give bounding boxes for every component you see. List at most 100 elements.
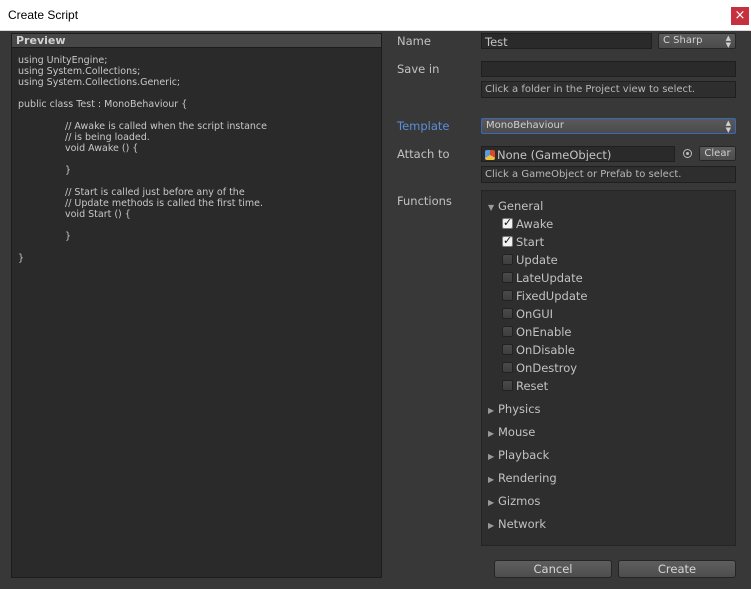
- group-playback[interactable]: ▶ Playback: [488, 448, 549, 462]
- function-item-label: LateUpdate: [516, 271, 583, 285]
- function-item-label: Start: [516, 235, 545, 249]
- attach-to-field[interactable]: None (GameObject): [481, 146, 675, 162]
- code-line: }: [65, 165, 72, 176]
- function-item-onenable[interactable]: OnEnable: [502, 325, 572, 339]
- dropdown-arrows-icon: ▲ ▼: [725, 34, 731, 49]
- name-field[interactable]: Test: [481, 33, 652, 49]
- language-dropdown[interactable]: C Sharp ▲ ▼: [658, 33, 736, 49]
- group-label: Network: [498, 517, 547, 531]
- collapsed-triangle-icon: ▶: [488, 406, 495, 415]
- checkbox[interactable]: [502, 254, 513, 265]
- collapsed-triangle-icon: ▶: [488, 475, 495, 484]
- code-line: // Update methods is called the first ti…: [65, 198, 264, 209]
- checkbox[interactable]: [502, 344, 513, 355]
- function-item-fixedupdate[interactable]: FixedUpdate: [502, 289, 587, 303]
- group-label: Rendering: [498, 471, 557, 485]
- object-picker-icon[interactable]: [683, 149, 692, 158]
- function-item-ondisable[interactable]: OnDisable: [502, 343, 575, 357]
- collapsed-triangle-icon: ▶: [488, 429, 495, 438]
- group-label: Playback: [498, 448, 550, 462]
- window-title: Create Script: [8, 8, 79, 22]
- group-label: Mouse: [498, 425, 536, 439]
- attach-to-label: Attach to: [397, 147, 450, 161]
- checkbox[interactable]: [502, 234, 513, 247]
- code-line: void Start () {: [65, 209, 131, 220]
- save-in-label: Save in: [397, 62, 440, 76]
- checkbox[interactable]: [502, 290, 513, 301]
- clear-button[interactable]: Clear: [699, 146, 736, 161]
- cancel-button[interactable]: Cancel: [494, 560, 612, 578]
- group-physics[interactable]: ▶ Physics: [488, 402, 541, 416]
- template-label: Template: [397, 119, 450, 133]
- checkbox[interactable]: [502, 216, 513, 229]
- function-item-ongui[interactable]: OnGUI: [502, 307, 553, 321]
- checkbox[interactable]: [502, 362, 513, 373]
- code-line: }: [65, 231, 72, 242]
- function-item-reset[interactable]: Reset: [502, 379, 548, 393]
- code-line: using System.Collections;: [18, 66, 141, 77]
- function-item-label: Reset: [516, 379, 549, 393]
- code-line: void Awake () {: [65, 143, 139, 154]
- code-line: using UnityEngine;: [18, 55, 108, 66]
- close-button[interactable]: ×: [731, 7, 749, 25]
- group-rendering[interactable]: ▶ Rendering: [488, 471, 557, 485]
- function-item-update[interactable]: Update: [502, 253, 558, 267]
- function-item-awake[interactable]: Awake: [502, 216, 554, 231]
- gameobject-icon: [485, 150, 495, 160]
- function-item-lateupdate[interactable]: LateUpdate: [502, 271, 583, 285]
- preview-header: Preview: [12, 34, 381, 48]
- function-item-label: OnGUI: [516, 307, 554, 321]
- function-item-label: OnDestroy: [516, 361, 578, 375]
- checkbox[interactable]: [502, 272, 513, 283]
- function-item-label: OnEnable: [516, 325, 572, 339]
- group-mouse[interactable]: ▶ Mouse: [488, 425, 535, 439]
- function-item-label: FixedUpdate: [516, 289, 588, 303]
- collapsed-triangle-icon: ▶: [488, 498, 495, 507]
- code-line: // Start is called just before any of th…: [65, 187, 245, 198]
- title-bar: Create Script ×: [0, 0, 751, 31]
- code-line: public class Test : MonoBehaviour {: [18, 99, 188, 110]
- collapsed-triangle-icon: ▶: [488, 452, 495, 461]
- code-preview: using UnityEngine; using System.Collectio…: [18, 55, 267, 264]
- group-label: Physics: [498, 402, 541, 416]
- dialog-body: Preview using UnityEngine; using System.C…: [0, 31, 751, 589]
- checkbox[interactable]: [502, 326, 513, 337]
- functions-label: Functions: [397, 194, 452, 208]
- function-item-ondestroy[interactable]: OnDestroy: [502, 361, 577, 375]
- create-button[interactable]: Create: [618, 560, 736, 578]
- code-line: using System.Collections.Generic;: [18, 77, 181, 88]
- group-general-label: General: [498, 199, 544, 213]
- code-line: // is being loaded.: [65, 132, 150, 143]
- group-gizmos[interactable]: ▶ Gizmos: [488, 494, 540, 508]
- code-line: }: [18, 253, 25, 264]
- attach-to-hint: Click a GameObject or Prefab to select.: [481, 166, 736, 183]
- function-item-start[interactable]: Start: [502, 234, 545, 249]
- preview-panel: Preview using UnityEngine; using System.C…: [11, 33, 382, 578]
- save-in-hint: Click a folder in the Project view to se…: [481, 81, 736, 98]
- group-general[interactable]: ▼ General: [488, 199, 543, 213]
- attach-to-value: None (GameObject): [497, 148, 612, 162]
- group-label: Gizmos: [498, 494, 541, 508]
- function-item-label: OnDisable: [516, 343, 575, 357]
- template-dropdown[interactable]: MonoBehaviour ▲ ▼: [481, 118, 736, 134]
- group-network[interactable]: ▶ Network: [488, 517, 546, 531]
- template-value: MonoBehaviour: [486, 120, 564, 131]
- dropdown-arrows-icon: ▲ ▼: [725, 119, 731, 134]
- language-value: C Sharp: [663, 35, 703, 46]
- functions-tree: ▼General Awake Start Update LateUpdate Fixed…: [481, 190, 736, 546]
- checkbox[interactable]: [502, 308, 513, 319]
- expanded-triangle-icon: ▼: [488, 203, 495, 212]
- collapsed-triangle-icon: ▶: [488, 521, 495, 530]
- save-in-field[interactable]: [481, 61, 736, 77]
- code-line: // Awake is called when the script insta…: [65, 121, 268, 132]
- function-item-label: Awake: [516, 217, 554, 231]
- checkbox[interactable]: [502, 380, 513, 391]
- name-label: Name: [397, 34, 431, 48]
- function-item-label: Update: [516, 253, 558, 267]
